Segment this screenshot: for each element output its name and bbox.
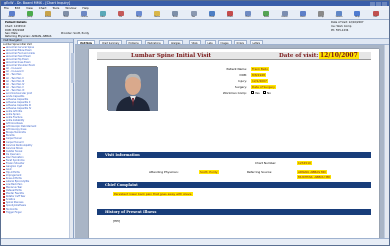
chart-number-value[interactable]: 1234510 [297, 161, 312, 165]
toolbar-home-button[interactable]: Home [7, 11, 16, 19]
document-title: Lumbar Spine Initial Visit [131, 53, 212, 59]
chart-number-label: Chart Number: [255, 161, 277, 165]
status-bar [1, 238, 389, 245]
toolbar-fax-button[interactable]: Fax [189, 11, 198, 19]
toolbar-print-button[interactable]: Print [62, 11, 71, 19]
toolbar-exit-button[interactable]: Exit [371, 11, 380, 19]
toolbar-msgs-button[interactable]: Msgs [134, 11, 143, 19]
patient-name-label: Patient Name: [226, 67, 248, 71]
toolbar-button-label: Chart [208, 16, 215, 18]
toolbar-button-label: Jump [27, 16, 33, 18]
toolbar-tasks-button[interactable]: Tasks [262, 11, 271, 19]
toolbar-button-label: Help [355, 16, 360, 18]
referring-source-value-2[interactable]: MUDHTAR, ABBOU MD [297, 175, 332, 179]
chief-complaint-text[interactable]: Persistent lower back pain that goes awa… [113, 192, 194, 196]
toolbar-users-button[interactable]: Users [298, 11, 307, 19]
workman-comp-label: Workman Comp: [222, 91, 247, 95]
dob-value[interactable]: 8/8/1948 [251, 73, 266, 77]
surgery-value[interactable]: Date of Surgery [251, 85, 276, 89]
date-of-visit-value[interactable]: 12/10/2007 [319, 52, 359, 59]
document-scrollbar[interactable] [384, 45, 389, 238]
chief-complaint-header: Chief Complaint [97, 182, 371, 188]
dob-label: DOB: [239, 73, 247, 77]
toolbar-button-label: Docs [245, 16, 251, 18]
attending-physician-label: Attending Physician: [149, 170, 179, 174]
patient-name-value[interactable]: Frank Bello [251, 67, 269, 71]
toolbar-notes-button[interactable]: Notes [153, 11, 162, 19]
toolbar-button-label: Notes [154, 16, 160, 18]
workman-comp-no-checkbox[interactable] [263, 91, 266, 94]
toolbar-rx-button[interactable]: Rx [116, 11, 125, 19]
patient-bar-title: Patient Details [5, 21, 27, 24]
toolbar-button-label: Letters [80, 16, 88, 18]
tree-template-item[interactable]: Trigger Finger [1, 211, 69, 214]
workman-comp-yes-checkbox[interactable] [251, 91, 254, 94]
visit-navigator-panel: Visit Navigator Lumbar Spine Initial Vis… [1, 39, 74, 238]
toolbar-button-label: Tasks [263, 16, 269, 18]
navigator-scrollbar[interactable] [69, 43, 74, 238]
toolbar-button-label: Rx [119, 16, 122, 18]
toolbar-button-label: Print [63, 16, 69, 18]
toolbar-button-label: Users [299, 16, 306, 18]
workman-comp-no-label: No [267, 91, 271, 95]
toolbar-docs-button[interactable]: Docs [244, 11, 253, 19]
injury-value[interactable]: 12/1/2007 [251, 79, 268, 83]
toolbar-labs-button[interactable]: Labs [98, 11, 107, 19]
toolbar-forms-button[interactable]: Forms [280, 11, 289, 19]
patient-visit-date: Date of Visit: 12/10/2007 [331, 21, 364, 24]
toolbar-button-label: Scan [172, 16, 178, 18]
toolbar-sched-button[interactable]: Sched [43, 11, 52, 19]
referring-source-value-1[interactable]: ADNAN, ABBAS MD [297, 170, 327, 174]
patient-provider: Provider: Scott, Purdy [61, 32, 90, 35]
application-window: gEcW - Dr. Board MMX - [Chart Inquiry] F… [0, 0, 390, 246]
scroll-thumb[interactable] [70, 53, 74, 83]
patient-phone: Ph: 555-1234 [331, 28, 349, 32]
toolbar-button-label: Search [335, 16, 343, 18]
toolbar-letters-button[interactable]: Letters [80, 11, 89, 19]
patient-info-bar: Patient Details Chart: 1234510 DOB: 8/8/… [1, 20, 389, 39]
visit-note-page: Lumbar Spine Initial Visit Date of visit… [89, 49, 379, 238]
toolbar-button-label: Fax [191, 16, 196, 18]
document-title-bar: Lumbar Spine Initial Visit Date of visit… [97, 52, 371, 60]
toolbar-button-label: Msgs [136, 16, 142, 18]
maximize-button[interactable] [376, 1, 381, 6]
toolbar-vitals-button[interactable]: Vitals [225, 11, 234, 19]
toolbar-help-button[interactable]: Help [353, 11, 362, 19]
workman-comp-yes-label: Yes [255, 91, 260, 95]
toolbar-button-label: Forms [281, 16, 288, 18]
surgery-label: Surgery: [234, 85, 247, 89]
toolbar-search-button[interactable]: Search [335, 11, 344, 19]
hpi-text[interactable]: [HPI] [113, 219, 120, 223]
toolbar-button-label: Exit [373, 16, 378, 18]
injury-label: Injury: [238, 79, 247, 83]
toolbar-jump-button[interactable]: Jump [25, 11, 34, 19]
toolbar-scan-button[interactable]: Scan [171, 11, 180, 19]
toolbar-button-label: Sched [44, 16, 51, 18]
patient-photo [107, 66, 158, 111]
visit-information-header: Visit Information [97, 152, 371, 158]
patient-photo-image [108, 67, 158, 111]
window-title: gEcW - Dr. Board MMX - [Chart Inquiry] [4, 1, 71, 5]
close-button[interactable] [382, 1, 387, 6]
hpi-header: History of Present Illness [97, 209, 371, 215]
toolbar-chart-button[interactable]: Chart [207, 11, 216, 19]
toolbar-button-label: Home [8, 16, 15, 18]
minimize-button[interactable] [370, 1, 375, 6]
toolbar: Home Jump Sched Print Letters Labs Rx Msgs Notes… [1, 10, 389, 20]
date-of-visit-label: Date of visit: [279, 53, 319, 59]
document-viewer: Lumbar Spine Initial Visit Date of visit… [75, 45, 389, 238]
referring-source-label: Referring Source: [247, 170, 273, 174]
toolbar-button-label: Setup [317, 16, 324, 18]
attending-physician-value[interactable]: Scott, Purdy [199, 170, 219, 174]
toolbar-button-label: Vitals [227, 16, 233, 18]
toolbar-button-label: Labs [100, 16, 105, 18]
patient-referring: Referring Physician: ADNAN, ABBAS [5, 35, 52, 38]
template-tree: Lumbar Spine Initial Visit abnormal Cervi… [1, 43, 69, 238]
toolbar-setup-button[interactable]: Setup [316, 11, 325, 19]
